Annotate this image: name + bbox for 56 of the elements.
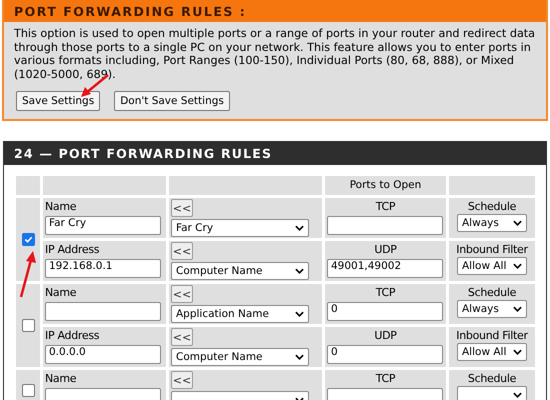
- save-settings-button[interactable]: Save Settings: [16, 91, 100, 111]
- copy-button[interactable]: <<: [171, 199, 193, 217]
- dropdown[interactable]: Computer Name: [171, 262, 309, 280]
- dropdown[interactable]: Allow All: [457, 343, 527, 361]
- dropdown[interactable]: Always: [457, 214, 527, 232]
- section-title: 24 — PORT FORWARDING RULES: [4, 141, 546, 165]
- chevron-down-icon: [295, 311, 304, 317]
- ports-heading: Ports to Open: [325, 176, 446, 195]
- section-title: PORT FORWARDING RULES :: [4, 0, 546, 22]
- input-field[interactable]: 0: [327, 302, 443, 321]
- option-label: Inbound Filter: [455, 242, 529, 257]
- chevron-down-icon: [513, 392, 522, 398]
- enable-checkbox[interactable]: [22, 233, 34, 246]
- input-field[interactable]: 49001,49002: [327, 259, 443, 278]
- copy-button[interactable]: <<: [171, 371, 193, 389]
- field-label: Name: [45, 199, 78, 214]
- dropdown[interactable]: Allow All: [457, 257, 527, 275]
- chevron-down-icon: [295, 354, 304, 360]
- port-label: TCP: [374, 285, 396, 300]
- field-label: Name: [45, 285, 78, 300]
- input-field[interactable]: [45, 302, 161, 321]
- dropdown[interactable]: Far Cry: [171, 219, 309, 237]
- dropdown[interactable]: Computer Name: [171, 348, 309, 366]
- chevron-down-icon: [513, 349, 522, 355]
- enable-checkbox[interactable]: [22, 319, 34, 332]
- port-label: TCP: [374, 371, 396, 386]
- field-label: Name: [45, 371, 78, 386]
- copy-button[interactable]: <<: [171, 242, 193, 260]
- dropdown[interactable]: Always: [457, 300, 527, 318]
- option-label: Schedule: [466, 371, 518, 386]
- input-field[interactable]: 192.168.0.1: [45, 259, 161, 278]
- port-label: TCP: [374, 199, 396, 214]
- option-label: Schedule: [466, 285, 518, 300]
- chevron-down-icon: [295, 225, 304, 231]
- copy-button[interactable]: <<: [171, 285, 193, 303]
- input-field[interactable]: [327, 216, 443, 235]
- header-cell: [16, 176, 40, 195]
- enable-checkbox[interactable]: [22, 384, 34, 396]
- field-label: IP Address: [45, 242, 100, 257]
- chevron-down-icon: [513, 220, 522, 226]
- input-field[interactable]: Far Cry: [45, 216, 161, 235]
- input-field[interactable]: 0: [327, 345, 443, 364]
- option-label: Schedule: [466, 199, 518, 214]
- field-label: IP Address: [45, 328, 100, 343]
- chevron-down-icon: [513, 263, 522, 269]
- dont-save-settings-button[interactable]: Don't Save Settings: [114, 91, 230, 111]
- chevron-down-icon: [295, 268, 304, 274]
- option-label: Inbound Filter: [455, 328, 529, 343]
- dropdown[interactable]: Application Name: [171, 305, 309, 323]
- input-field[interactable]: 0.0.0.0: [45, 345, 161, 364]
- port-label: UDP: [373, 242, 398, 257]
- annotation-arrow: [18, 250, 38, 298]
- copy-button[interactable]: <<: [171, 328, 193, 346]
- dropdown[interactable]: [457, 386, 527, 400]
- chevron-down-icon: [513, 306, 522, 312]
- port-label: UDP: [373, 328, 398, 343]
